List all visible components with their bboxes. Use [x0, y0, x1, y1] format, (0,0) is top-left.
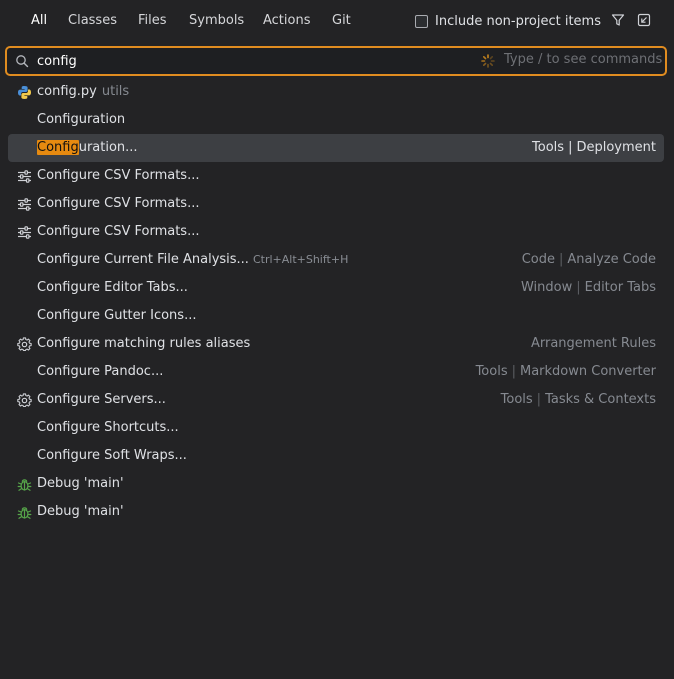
result-row[interactable]: Configuration: [8, 106, 664, 134]
result-name-text: Debug 'main': [37, 504, 124, 519]
result-row[interactable]: Configure CSV Formats...: [8, 162, 664, 190]
result-name: Configure Gutter Icons...: [37, 308, 196, 323]
result-name: Configure Editor Tabs...: [37, 280, 188, 295]
result-row[interactable]: Debug 'main': [8, 470, 664, 498]
search-hint: Type / to see commands: [504, 52, 663, 67]
menu-path-part: Arrangement Rules: [530, 336, 656, 351]
path-separator: |: [576, 280, 581, 295]
menu-path: Code | Analyze Code: [522, 252, 656, 267]
tab-symbols[interactable]: Symbols: [189, 11, 244, 31]
menu-path-part: Editor Tabs: [584, 280, 656, 295]
tab-actions[interactable]: Actions: [263, 11, 311, 31]
path-separator: |: [568, 140, 573, 155]
result-row[interactable]: Configure Current File Analysis... Ctrl+A…: [8, 246, 664, 274]
result-row[interactable]: Configure CSV Formats...: [8, 218, 664, 246]
menu-path-part: Window: [520, 280, 573, 295]
result-row[interactable]: Configure Editor Tabs... Window | Editor Ta…: [8, 274, 664, 302]
menu-path-part: Analyze Code: [567, 252, 656, 267]
tab-classes[interactable]: Classes: [68, 11, 117, 31]
menu-path-part: Deployment: [576, 140, 656, 155]
result-name: Debug 'main': [37, 504, 124, 519]
menu-path: Tools | Markdown Converter: [476, 364, 656, 379]
menu-path-part: Tools: [475, 364, 508, 379]
result-name-text: Configure Gutter Icons...: [37, 308, 197, 323]
result-name: Configuration...: [37, 140, 138, 155]
path-separator: |: [558, 252, 564, 267]
tab-all[interactable]: All: [31, 11, 47, 31]
include-non-project-toggle[interactable]: Include non-project items: [415, 12, 601, 30]
search-icon: [16, 55, 29, 68]
result-name: Configure Current File Analysis... Ctrl+A…: [37, 252, 348, 267]
open-in-window-icon[interactable]: [637, 13, 651, 27]
search-input[interactable]: [37, 50, 337, 72]
menu-path-part: Tasks & Contexts: [545, 392, 656, 407]
result-row[interactable]: config.py utils: [8, 78, 664, 106]
search-box: Type / to see commands: [5, 46, 667, 76]
sliders-icon: [17, 225, 32, 240]
result-name: Configure Pandoc...: [37, 364, 163, 379]
scope-tabs: All Classes Files Symbols Actions Git In…: [0, 0, 674, 42]
result-name: config.py utils: [37, 84, 129, 99]
result-name-text: config.py: [37, 84, 97, 99]
result-name-text: Configure CSV Formats...: [37, 196, 200, 211]
gear-icon: [17, 393, 32, 408]
filter-icon[interactable]: [611, 13, 625, 27]
tab-git[interactable]: Git: [332, 11, 351, 31]
result-name: Configure CSV Formats...: [37, 168, 199, 183]
result-name: Configure Servers...: [37, 392, 166, 407]
include-non-project-checkbox[interactable]: [415, 14, 428, 28]
result-name-text: Configure Pandoc...: [37, 364, 164, 379]
bug-icon: [17, 505, 32, 520]
menu-path: Tools | Tasks & Contexts: [501, 392, 656, 407]
menu-path-part: Markdown Converter: [519, 364, 656, 379]
result-name: Configure CSV Formats...: [37, 196, 199, 211]
path-separator: |: [536, 392, 542, 407]
result-name-text: Configure CSV Formats...: [37, 168, 200, 183]
result-name-text: Configure Servers...: [37, 392, 166, 407]
menu-path: Arrangement Rules: [531, 336, 656, 351]
result-name: Configure Soft Wraps...: [37, 448, 187, 463]
result-row[interactable]: Debug 'main': [8, 498, 664, 526]
result-location-suffix: utils: [101, 84, 130, 99]
sliders-icon: [17, 169, 32, 184]
menu-path: Tools | Deployment: [532, 140, 656, 155]
bug-icon: [17, 477, 32, 492]
result-name-text: Debug 'main': [37, 476, 124, 491]
result-name: Configure CSV Formats...: [37, 224, 199, 239]
result-name: Configure matching rules aliases: [37, 336, 250, 351]
result-row[interactable]: Configuration... Tools | Deployment: [8, 134, 664, 162]
result-name-text: Configure Current File Analysis...: [37, 252, 249, 267]
menu-path-part: Tools: [532, 140, 565, 155]
menu-path: Window | Editor Tabs: [521, 280, 656, 295]
result-name-text: Configuration: [37, 112, 126, 127]
result-name-text: Configure matching rules aliases: [37, 336, 251, 351]
loading-spinner-icon: [481, 54, 495, 68]
result-name-text: Configure Editor Tabs...: [37, 280, 188, 295]
tab-files[interactable]: Files: [138, 11, 167, 31]
result-name: Configure Shortcuts...: [37, 420, 179, 435]
result-name-text: Configure CSV Formats...: [37, 224, 200, 239]
result-name: Configuration: [37, 112, 125, 127]
result-row[interactable]: Configure Pandoc... Tools | Markdown Conver…: [8, 358, 664, 386]
result-name: Debug 'main': [37, 476, 124, 491]
keyboard-shortcut: Ctrl+Alt+Shift+H: [252, 253, 349, 266]
result-name-text: Configure Soft Wraps...: [37, 448, 187, 463]
result-name-text: Configure Shortcuts...: [37, 420, 179, 435]
result-row[interactable]: Configure matching rules aliases Arrangem…: [8, 330, 664, 358]
result-row[interactable]: Configure Shortcuts...: [8, 414, 664, 442]
gear-icon: [17, 337, 32, 352]
result-row[interactable]: Configure CSV Formats...: [8, 190, 664, 218]
menu-path-part: Tools: [500, 392, 533, 407]
python-icon: [17, 85, 32, 100]
match-highlight: Config: [37, 140, 79, 155]
sliders-icon: [17, 197, 32, 212]
result-name-text: uration...: [78, 140, 138, 155]
path-separator: |: [511, 364, 516, 379]
result-row[interactable]: Configure Gutter Icons...: [8, 302, 664, 330]
result-row[interactable]: Configure Servers... Tools | Tasks & Contex…: [8, 386, 664, 414]
include-non-project-label: Include non-project items: [435, 13, 601, 29]
result-row[interactable]: Configure Soft Wraps...: [8, 442, 664, 470]
menu-path-part: Code: [521, 252, 555, 267]
